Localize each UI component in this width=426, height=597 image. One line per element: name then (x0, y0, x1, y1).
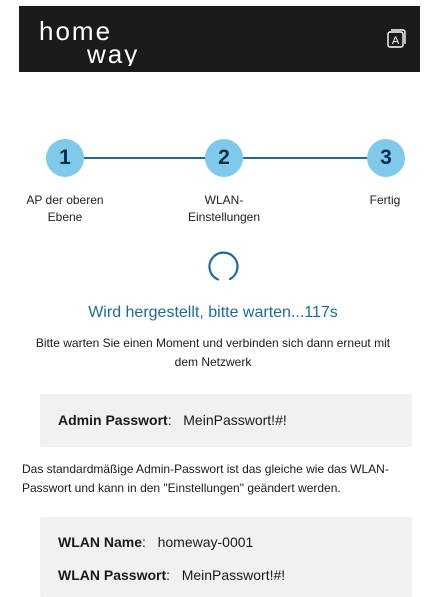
admin-password-row: Admin Passwort: MeinPasswort!#! (58, 412, 287, 428)
admin-password-note: Das standardmäßige Admin-Passwort ist da… (22, 462, 389, 495)
step-1-label: AP der oberen Ebene (26, 193, 104, 224)
step-1-circle: 1 (46, 139, 84, 177)
wlan-password-key: WLAN Passwort (58, 567, 167, 583)
step-2-circle: 2 (205, 139, 243, 177)
wlan-password-row: WLAN Passwort: MeinPasswort!#! (58, 567, 286, 583)
language-a-icon[interactable]: A (384, 26, 408, 50)
language-label: A (392, 35, 400, 47)
step-3-label: Fertig (369, 193, 401, 207)
step-connector (243, 157, 367, 159)
wlan-name-key: WLAN Name (58, 534, 143, 550)
logo-line2: way (86, 39, 139, 66)
loading-spinner-icon (208, 251, 239, 281)
wlan-info-card: WLAN Name: homeway-0001 WLAN Passwort: M… (40, 517, 412, 597)
wlan-name-value: homeway-0001 (157, 534, 254, 550)
admin-password-key: Admin Passwort (58, 412, 168, 428)
step-connector (84, 157, 206, 159)
admin-password-value: MeinPasswort!#! (183, 412, 287, 428)
reconnect-hint: Bitte warten Sie einen Moment und verbin… (35, 336, 391, 369)
connection-status: Wird hergestellt, bitte warten...117s (88, 304, 338, 321)
homeway-logo: home way (39, 18, 139, 66)
step-3-circle: 3 (367, 139, 405, 177)
admin-password-card: Admin Passwort: MeinPasswort!#! (40, 394, 412, 447)
step-2-label: WLAN- Einstellungen (187, 193, 261, 224)
app-header: home way A (19, 6, 420, 72)
wlan-password-value: MeinPasswort!#! (181, 567, 286, 583)
wlan-name-row: WLAN Name: homeway-0001 (58, 534, 254, 550)
